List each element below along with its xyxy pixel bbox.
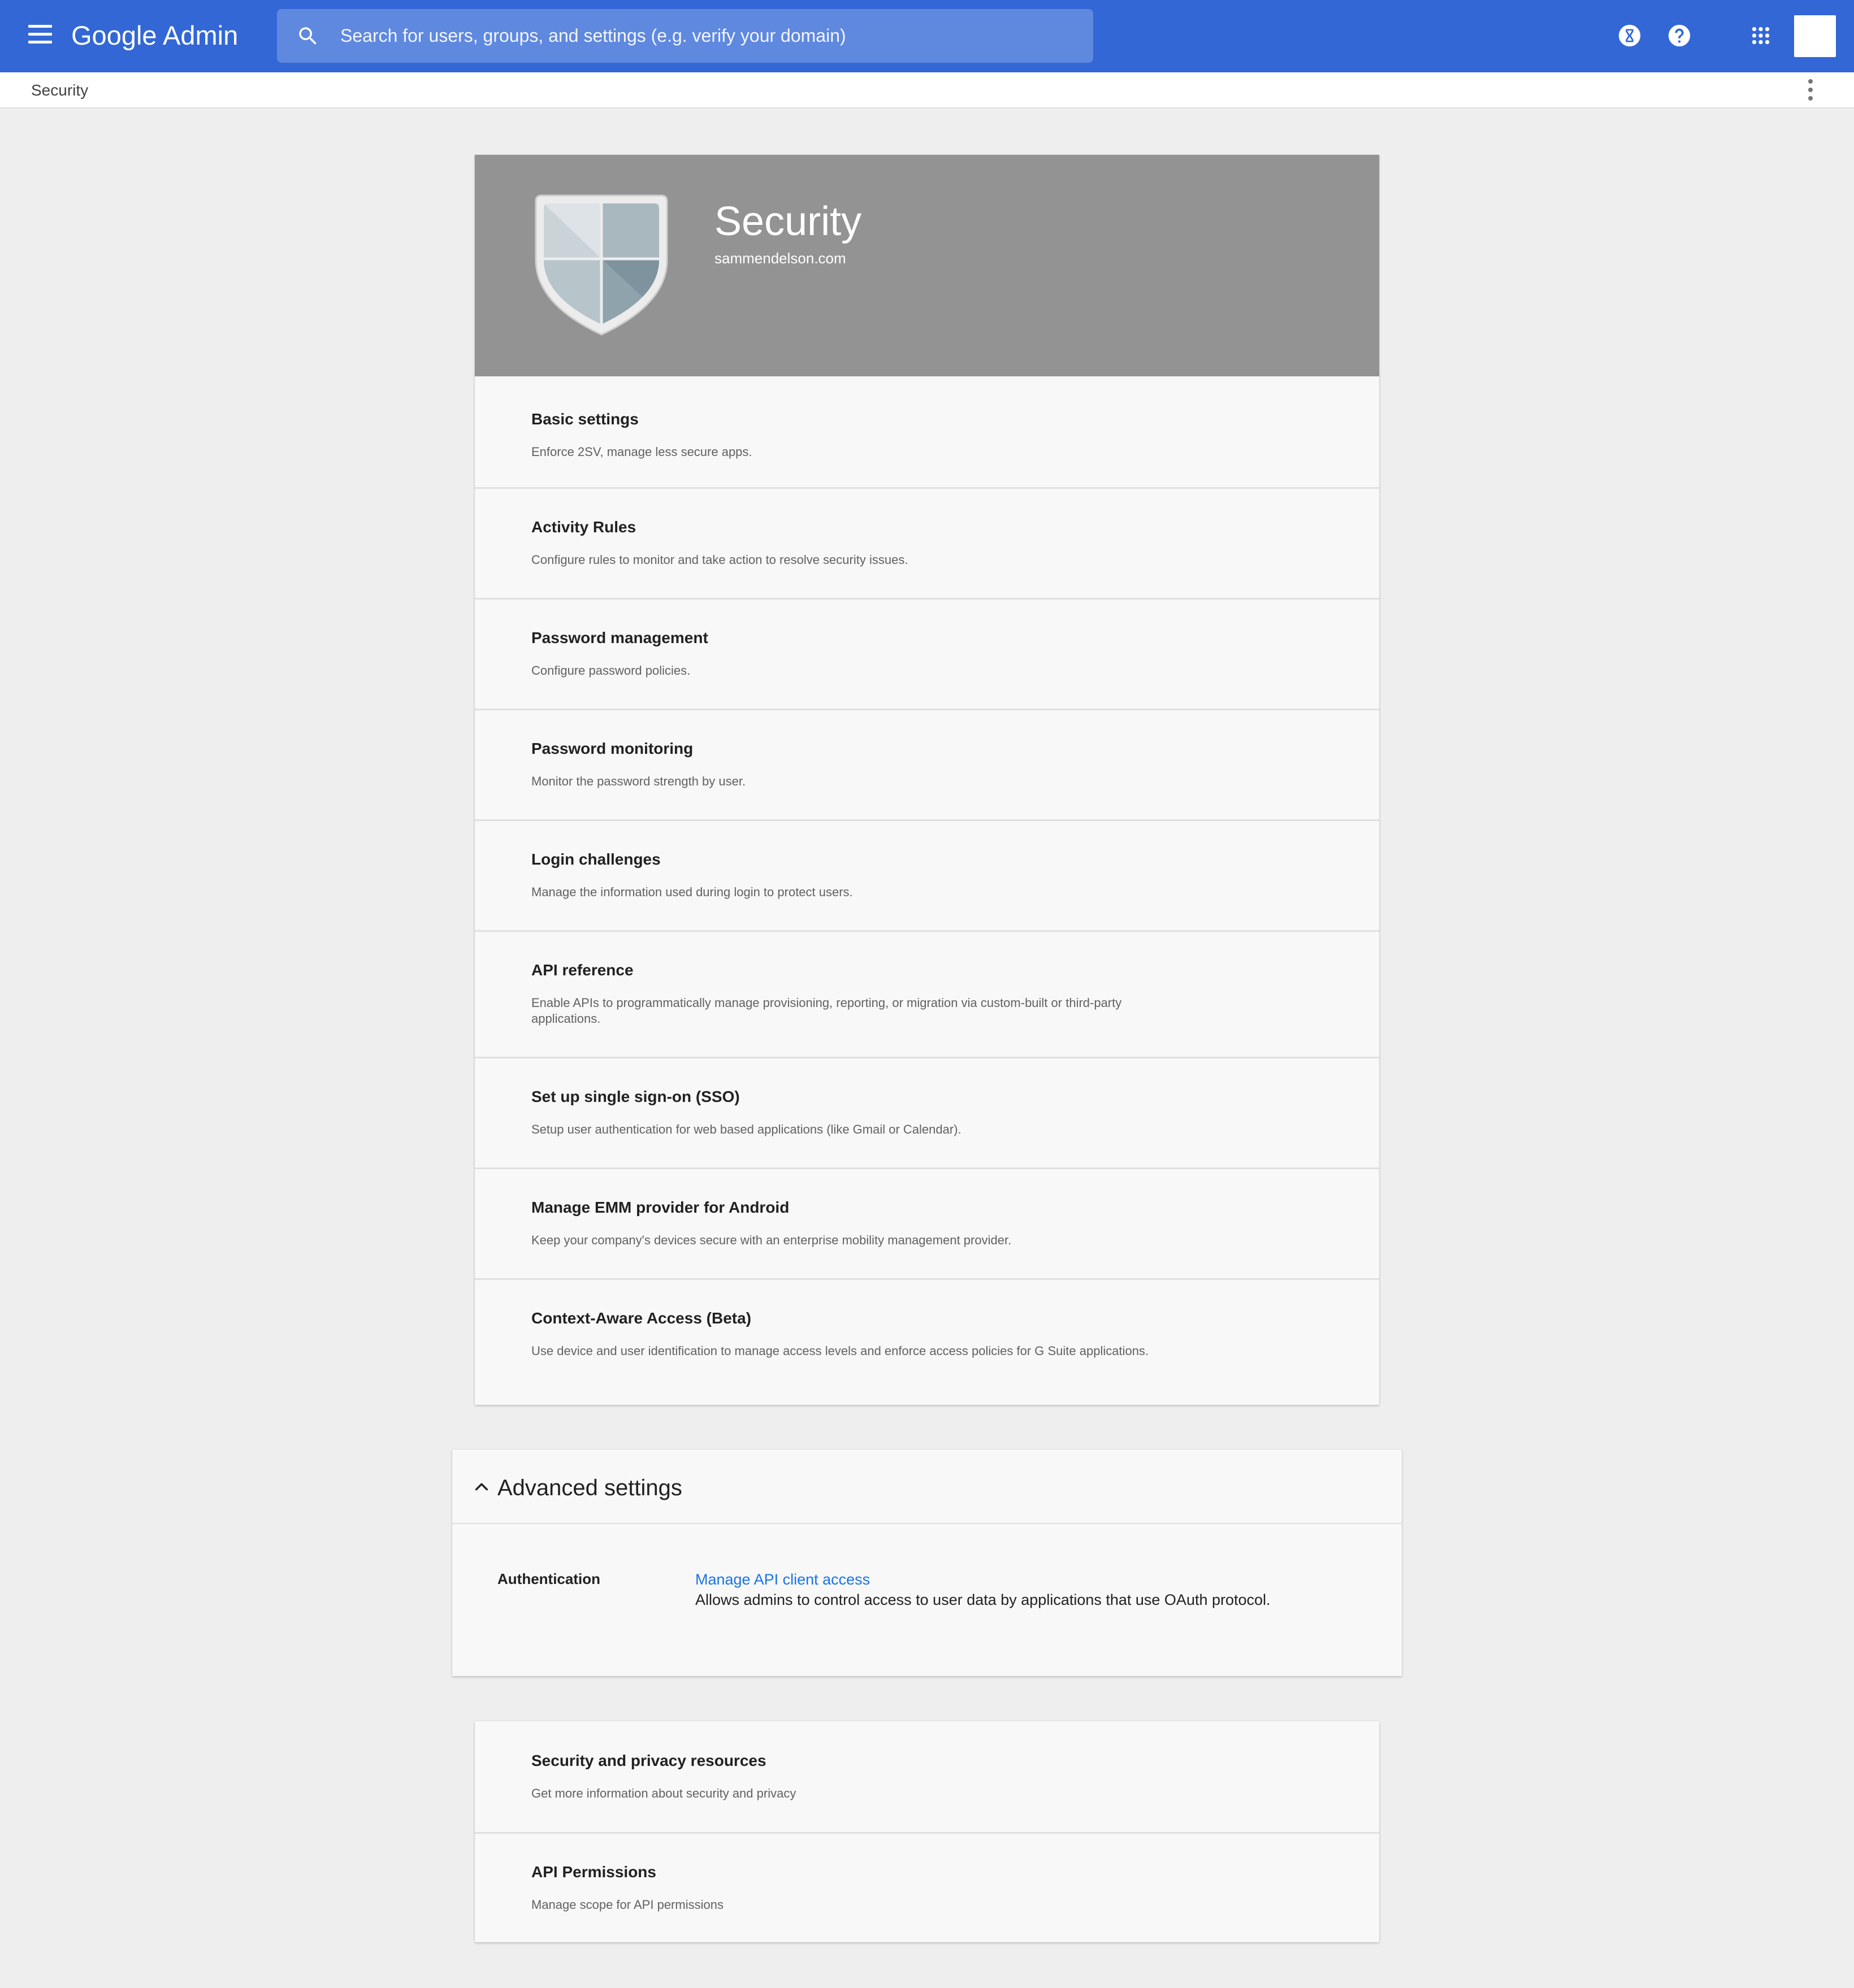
item-title: API reference: [531, 961, 634, 979]
breadcrumb-bar: Security: [0, 72, 1854, 108]
resources-card: Security and privacy resources Get more …: [475, 1721, 1379, 1942]
domain-name: sammendelson.com: [714, 250, 846, 267]
help-icon[interactable]: [1666, 23, 1692, 49]
advanced-settings-title: Advanced settings: [497, 1475, 682, 1500]
search-bar[interactable]: [277, 9, 1093, 63]
item-title: Context-Aware Access (Beta): [531, 1309, 752, 1327]
account-avatar[interactable]: [1794, 15, 1836, 57]
item-description: Monitor the password strength by user.: [531, 774, 746, 788]
security-item-login-challenges[interactable]: Login challenges Manage the information …: [475, 819, 1379, 930]
api-client-access-description: Allows admins to control access to user …: [695, 1591, 1271, 1608]
item-description: Use device and user identification to ma…: [531, 1344, 1149, 1358]
security-item-basic-settings[interactable]: Basic settings Enforce 2SV, manage less …: [475, 376, 1379, 487]
item-description: Setup user authentication for web based …: [531, 1122, 961, 1136]
security-item-context-aware-access[interactable]: Context-Aware Access (Beta) Use device a…: [475, 1278, 1379, 1405]
security-item-activity-rules[interactable]: Activity Rules Configure rules to monito…: [475, 487, 1379, 598]
item-description: Enforce 2SV, manage less secure apps.: [531, 445, 752, 459]
item-description: Keep your company's devices secure with …: [531, 1233, 1012, 1247]
page-title: Security: [714, 199, 862, 244]
chevron-up-icon[interactable]: [473, 1478, 491, 1496]
advanced-settings-card: Advanced settings Authentication Manage …: [452, 1449, 1402, 1676]
hourglass-icon[interactable]: [1617, 23, 1643, 49]
security-item-sso[interactable]: Set up single sign-on (SSO) Setup user a…: [475, 1057, 1379, 1167]
item-title: Security and privacy resources: [531, 1752, 766, 1769]
manage-api-client-access-link[interactable]: Manage API client access: [695, 1570, 870, 1589]
apps-grid-icon[interactable]: [1748, 23, 1774, 49]
main-menu-icon[interactable]: [28, 25, 52, 47]
resource-item-api-permissions[interactable]: API Permissions Manage scope for API per…: [475, 1832, 1379, 1942]
item-description: Get more information about security and …: [531, 1786, 796, 1800]
item-description: Configure password policies.: [531, 663, 691, 678]
advanced-settings-header[interactable]: Advanced settings: [452, 1449, 1402, 1524]
authentication-label: Authentication: [497, 1570, 600, 1587]
item-description: Configure rules to monitor and take acti…: [531, 553, 908, 567]
security-item-password-monitoring[interactable]: Password monitoring Monitor the password…: [475, 709, 1379, 819]
app-title[interactable]: Google Admin: [71, 17, 238, 54]
item-title: Manage EMM provider for Android: [531, 1199, 790, 1216]
search-input[interactable]: [339, 9, 1074, 63]
item-title: Password management: [531, 629, 708, 646]
breadcrumb-security[interactable]: Security: [31, 79, 88, 102]
resource-item-security-privacy[interactable]: Security and privacy resources Get more …: [475, 1721, 1379, 1832]
more-options-icon[interactable]: [1802, 79, 1819, 102]
item-title: Activity Rules: [531, 518, 636, 536]
app-bar: Google Admin: [0, 0, 1854, 72]
item-title: Basic settings: [531, 410, 639, 428]
security-card: Security sammendelson.com Basic settings…: [475, 155, 1379, 1405]
shield-icon: [535, 194, 668, 336]
item-title: API Permissions: [531, 1863, 656, 1881]
security-item-emm-android[interactable]: Manage EMM provider for Android Keep you…: [475, 1167, 1379, 1278]
item-title: Password monitoring: [531, 740, 694, 757]
security-header: Security sammendelson.com: [475, 155, 1379, 376]
item-description: Manage scope for API permissions: [531, 1898, 724, 1912]
item-description: Enable APIs to programmatically manage p…: [531, 996, 1122, 1026]
security-item-password-management[interactable]: Password management Configure password p…: [475, 598, 1379, 709]
item-description: Manage the information used during login…: [531, 885, 853, 899]
search-icon[interactable]: [296, 24, 320, 48]
security-item-api-reference[interactable]: API reference Enable APIs to programmati…: [475, 930, 1379, 1057]
item-title: Set up single sign-on (SSO): [531, 1088, 740, 1105]
item-title: Login challenges: [531, 850, 661, 868]
